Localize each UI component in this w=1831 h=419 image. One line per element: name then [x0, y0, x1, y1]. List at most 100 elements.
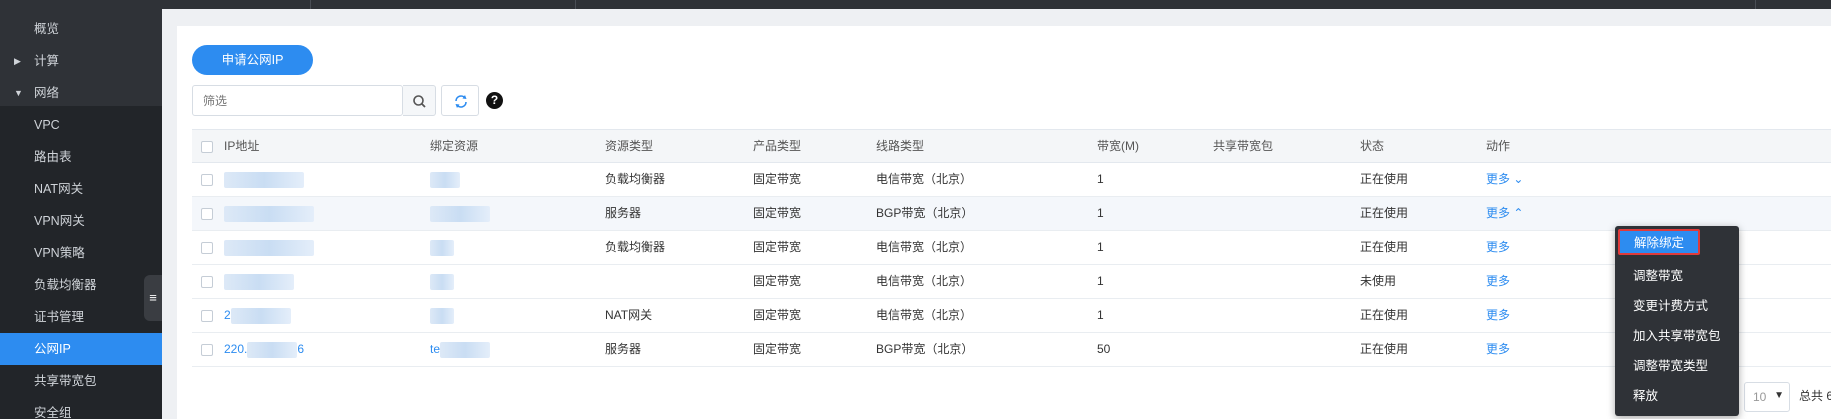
sidebar-item-compute[interactable]: ▶ 计算: [0, 45, 162, 77]
more-actions-link[interactable]: 更多 ⌄: [1486, 163, 1523, 196]
search-button[interactable]: [403, 85, 436, 116]
product-type: 固定带宽: [753, 274, 802, 288]
bound-resource[interactable]: [430, 197, 490, 230]
sidebar-collapse-icon[interactable]: ≡: [144, 275, 162, 321]
line-type: BGP带宽（北京）: [876, 206, 974, 220]
ip-address[interactable]: [224, 265, 294, 298]
sidebar-item-vpn-policy[interactable]: VPN策略: [0, 237, 162, 269]
refresh-icon: [455, 95, 467, 108]
row-checkbox[interactable]: [201, 310, 213, 322]
sidebar-item-certificates[interactable]: 证书管理: [0, 301, 162, 333]
bandwidth: 1: [1097, 206, 1104, 220]
ip-address[interactable]: [224, 163, 304, 196]
product-type: 固定带宽: [753, 240, 802, 254]
select-all-checkbox[interactable]: [201, 141, 213, 153]
table-row[interactable]: 负载均衡器 固定带宽 电信带宽（北京） 1 正在使用 更多: [192, 231, 1831, 265]
sidebar-item-security-group[interactable]: 安全组: [0, 397, 162, 419]
line-type: 电信带宽（北京）: [876, 172, 973, 186]
menu-item-unbind[interactable]: 解除绑定: [1618, 229, 1700, 255]
product-type: 固定带宽: [753, 308, 802, 322]
menu-item-adjust-bandwidth-type[interactable]: 调整带宽类型: [1615, 351, 1739, 381]
ip-address[interactable]: 220. 6: [224, 333, 304, 366]
bound-resource[interactable]: [430, 163, 460, 196]
redacted-resource: [430, 239, 454, 256]
redacted-resource: [430, 273, 454, 290]
more-actions-link[interactable]: 更多: [1486, 333, 1510, 366]
col-shared-bandwidth[interactable]: 共享带宽包: [1213, 130, 1273, 163]
col-product-type[interactable]: 产品类型: [753, 130, 801, 163]
sidebar-item-network[interactable]: ▼ 网络: [0, 77, 162, 109]
sidebar-item-nat-gateway[interactable]: NAT网关: [0, 173, 162, 205]
status: 正在使用: [1360, 342, 1409, 356]
redacted-ip: [224, 205, 314, 222]
filter-box: [192, 85, 403, 116]
bound-resource[interactable]: te: [430, 333, 491, 366]
sidebar-item-overview[interactable]: 概览: [0, 13, 162, 45]
col-line-type[interactable]: 线路类型: [876, 130, 924, 163]
row-checkbox[interactable]: [201, 344, 213, 356]
bound-resource[interactable]: [430, 231, 454, 264]
help-icon[interactable]: ?: [486, 92, 503, 109]
product-type: 固定带宽: [753, 342, 802, 356]
sidebar-item-public-ip[interactable]: 公网IP: [0, 333, 162, 365]
table-row[interactable]: 220. 6 te 服务器 固定带宽 BGP带宽（北京） 50 正在使用 更多: [192, 333, 1831, 367]
table-row[interactable]: 负载均衡器 固定带宽 电信带宽（北京） 1 正在使用 更多 ⌄: [192, 163, 1831, 197]
apply-public-ip-button[interactable]: 申请公网IP: [192, 45, 313, 75]
more-actions-link[interactable]: 更多 ⌃: [1486, 197, 1523, 230]
redacted-ip: [247, 341, 298, 358]
ip-address[interactable]: [224, 197, 314, 230]
redacted-ip: [224, 239, 314, 256]
row-checkbox[interactable]: [201, 242, 213, 254]
product-type: 固定带宽: [753, 206, 802, 220]
more-actions-link[interactable]: 更多: [1486, 231, 1510, 264]
row-checkbox[interactable]: [201, 174, 213, 186]
sidebar-item-load-balancer[interactable]: 负载均衡器: [0, 269, 162, 301]
main-panel: 申请公网IP ? IP地址 绑定资源 资源类型 产品类型 线路类型 带宽(M) …: [177, 26, 1831, 419]
menu-item-join-shared-bandwidth[interactable]: 加入共享带宽包: [1615, 321, 1739, 351]
sidebar-item-shared-bandwidth[interactable]: 共享带宽包: [0, 365, 162, 397]
table-row[interactable]: 固定带宽 电信带宽（北京） 1 未使用 更多: [192, 265, 1831, 299]
line-type: 电信带宽（北京）: [876, 308, 973, 322]
ip-address[interactable]: [224, 231, 314, 264]
bound-resource[interactable]: [430, 265, 454, 298]
bound-resource[interactable]: [430, 299, 454, 332]
col-resource-type[interactable]: 资源类型: [605, 130, 653, 163]
top-bar-divider: [1755, 0, 1756, 9]
row-checkbox[interactable]: [201, 208, 213, 220]
sidebar-item-vpn-gateway[interactable]: VPN网关: [0, 205, 162, 237]
redacted-resource: [430, 171, 460, 188]
bandwidth: 1: [1097, 274, 1104, 288]
page-size-select[interactable]: 10 ▼: [1744, 382, 1790, 412]
status: 正在使用: [1360, 240, 1409, 254]
col-bound-resource[interactable]: 绑定资源: [430, 130, 478, 163]
redacted-ip: [230, 307, 291, 324]
ip-address[interactable]: 2: [224, 299, 291, 332]
sidebar-item-vpc[interactable]: VPC: [0, 109, 162, 141]
menu-item-adjust-bandwidth[interactable]: 调整带宽: [1615, 261, 1739, 291]
page-size-value: 10: [1753, 390, 1767, 404]
menu-item-release[interactable]: 释放: [1615, 381, 1739, 411]
table-row[interactable]: 2 NAT网关 固定带宽 电信带宽（北京） 1 正在使用 更多: [192, 299, 1831, 333]
more-actions-dropdown: 解除绑定 调整带宽 变更计费方式 加入共享带宽包 调整带宽类型 释放: [1615, 226, 1739, 416]
search-icon: [413, 95, 426, 108]
refresh-button[interactable]: [441, 85, 479, 116]
col-action[interactable]: 动作: [1486, 130, 1510, 163]
table-header: IP地址 绑定资源 资源类型 产品类型 线路类型 带宽(M) 共享带宽包 状态 …: [192, 129, 1831, 163]
more-actions-link[interactable]: 更多: [1486, 265, 1510, 298]
redacted-ip: [224, 273, 294, 290]
status: 正在使用: [1360, 172, 1409, 186]
col-status[interactable]: 状态: [1360, 130, 1384, 163]
menu-item-change-billing[interactable]: 变更计费方式: [1615, 291, 1739, 321]
top-bar: [0, 0, 1831, 9]
sidebar-item-route-table[interactable]: 路由表: [0, 141, 162, 173]
resource-type: 负载均衡器: [605, 172, 666, 186]
dropdown-caret-icon: ▼: [1774, 390, 1784, 401]
more-actions-link[interactable]: 更多: [1486, 299, 1510, 332]
redacted-resource: [430, 307, 454, 324]
filter-input[interactable]: [193, 86, 403, 115]
top-bar-divider: [310, 0, 311, 9]
col-ip-address[interactable]: IP地址: [224, 130, 259, 163]
row-checkbox[interactable]: [201, 276, 213, 288]
col-bandwidth[interactable]: 带宽(M): [1097, 130, 1139, 163]
table-row[interactable]: 服务器 固定带宽 BGP带宽（北京） 1 正在使用 更多 ⌃: [192, 197, 1831, 231]
